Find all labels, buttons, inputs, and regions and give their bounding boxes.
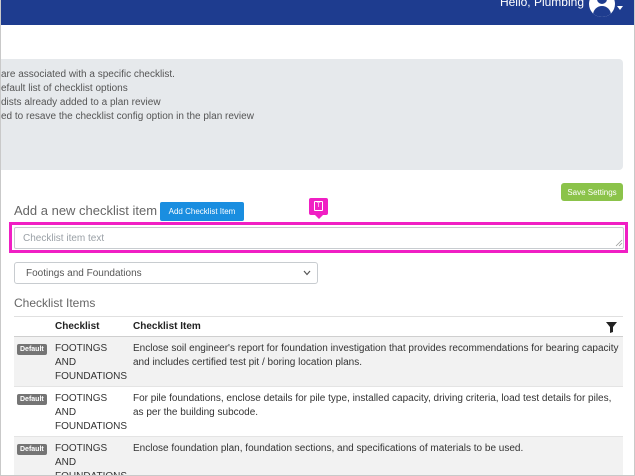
row-checklist: FOOTINGS AND FOUNDATIONS — [55, 393, 128, 432]
chevron-down-icon — [303, 270, 311, 276]
add-checklist-item-button[interactable]: Add Checklist Item — [160, 202, 244, 221]
row-item-text: For pile foundations, enclose details fo… — [133, 393, 612, 418]
table-header: Checklist Checklist Item — [14, 316, 623, 337]
default-badge: Default — [17, 344, 47, 355]
checklist-items-title: Checklist Items — [14, 296, 96, 310]
table-row[interactable]: Default FOOTINGS AND FOUNDATIONS Enclose… — [14, 337, 623, 387]
default-badge: Default — [17, 444, 47, 455]
checklist-select-value: Footings and Foundations — [26, 268, 142, 279]
info-line: efault list of checklist options — [1, 83, 128, 94]
top-navbar: Hello, Plumbing — [1, 0, 634, 25]
info-line: are associated with a specific checklist… — [1, 69, 175, 80]
info-line: dists already added to a plan review — [1, 97, 161, 108]
checklist-items-table: Checklist Checklist Item Default FOOTING… — [14, 316, 623, 475]
app-window: Hello, Plumbing are associated with a sp… — [0, 0, 635, 476]
user-menu-caret-icon[interactable] — [617, 6, 623, 10]
user-greeting: Hello, Plumbing — [499, 0, 584, 9]
filter-icon[interactable] — [606, 322, 617, 333]
row-checklist: FOOTINGS AND FOUNDATIONS — [55, 443, 127, 475]
row-item-text: Enclose soil engineer's report for found… — [133, 343, 619, 368]
checklist-item-text-input[interactable] — [14, 227, 624, 249]
column-header-checklist[interactable]: Checklist — [55, 321, 99, 332]
info-panel: are associated with a specific checklist… — [1, 59, 623, 170]
avatar-head-shape — [597, 0, 607, 4]
user-avatar-icon[interactable] — [589, 0, 615, 17]
column-header-item[interactable]: Checklist Item — [133, 321, 201, 332]
add-item-section-title: Add a new checklist item — [14, 203, 158, 218]
resize-grip-icon[interactable] — [615, 239, 623, 247]
avatar-body-shape — [593, 6, 611, 17]
text-field-marker-icon: T — [309, 198, 328, 219]
row-item-text: Enclose foundation plan, foundation sect… — [133, 443, 524, 454]
default-badge: Default — [17, 394, 47, 405]
row-checklist: FOOTINGS AND FOUNDATIONS — [55, 343, 128, 382]
table-row[interactable]: Default FOOTINGS AND FOUNDATIONS Enclose… — [14, 437, 623, 475]
table-row[interactable]: Default FOOTINGS AND FOUNDATIONS For pil… — [14, 387, 623, 437]
info-line: ed to resave the checklist config option… — [1, 111, 254, 122]
save-settings-button[interactable]: Save Settings — [561, 183, 623, 201]
checklist-select[interactable]: Footings and Foundations — [14, 262, 318, 284]
marker-glyph: T — [314, 201, 323, 211]
